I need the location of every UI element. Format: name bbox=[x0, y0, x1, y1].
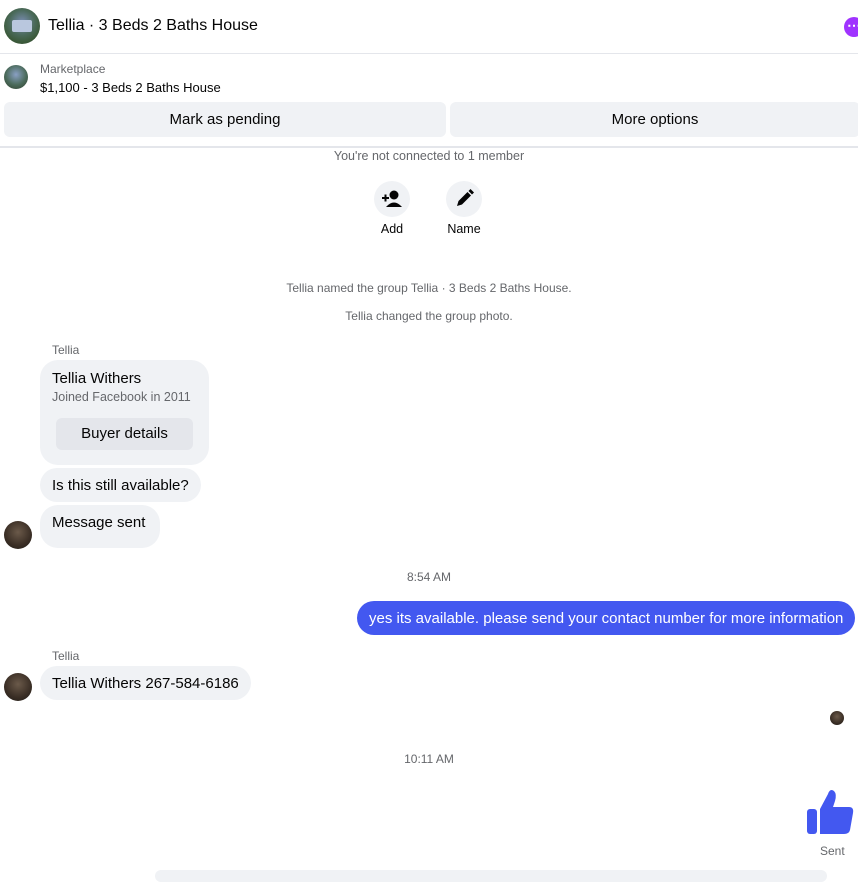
more-options-button[interactable]: More options bbox=[450, 102, 858, 137]
buyer-name: Tellia Withers bbox=[52, 370, 142, 387]
name-label: Name bbox=[447, 222, 481, 236]
marketplace-label: Marketplace bbox=[40, 62, 106, 76]
buyer-details-button[interactable]: Buyer details bbox=[56, 418, 193, 450]
system-message-named: Tellia named the group Tellia · 3 Beds 2… bbox=[286, 281, 572, 295]
sender-avatar[interactable] bbox=[4, 673, 32, 701]
more-icon[interactable]: ⋯ bbox=[844, 17, 858, 37]
buyer-profile-card: Tellia Withers Joined Facebook in 2011 B… bbox=[40, 360, 209, 465]
seen-avatar bbox=[830, 711, 844, 725]
add-person-icon bbox=[382, 190, 402, 207]
conversation-header: Tellia · 3 Beds 2 Baths House ⋯ bbox=[0, 0, 858, 54]
timestamp: 10:11 AM bbox=[404, 752, 454, 766]
listing-thumbnail[interactable] bbox=[4, 65, 28, 89]
buyer-joined: Joined Facebook in 2011 bbox=[52, 390, 191, 404]
sender-name: Tellia bbox=[52, 343, 80, 357]
message-input-bar[interactable] bbox=[155, 870, 827, 882]
sender-name: Tellia bbox=[52, 649, 80, 663]
add-member-button[interactable] bbox=[374, 181, 410, 217]
message-bubble[interactable]: Is this still available? bbox=[40, 468, 201, 502]
message-bubble[interactable]: Message sent bbox=[40, 505, 160, 548]
sender-avatar[interactable] bbox=[4, 521, 32, 549]
mark-as-pending-button[interactable]: Mark as pending bbox=[4, 102, 446, 137]
name-group-button[interactable] bbox=[446, 181, 482, 217]
outgoing-message-bubble[interactable]: yes its available. please send your cont… bbox=[357, 601, 856, 635]
system-message-photo: Tellia changed the group photo. bbox=[345, 309, 513, 323]
group-avatar[interactable] bbox=[4, 8, 40, 44]
timestamp: 8:54 AM bbox=[406, 570, 452, 584]
sent-status: Sent bbox=[820, 844, 845, 858]
conversation-title[interactable]: Tellia · 3 Beds 2 Baths House bbox=[48, 17, 258, 35]
pencil-icon bbox=[457, 189, 474, 206]
message-bubble[interactable]: Tellia Withers 267-584-6186 bbox=[40, 666, 251, 700]
listing-title[interactable]: $1,100 - 3 Beds 2 Baths House bbox=[40, 80, 221, 95]
divider bbox=[0, 146, 858, 148]
not-connected-notice: You're not connected to 1 member bbox=[333, 149, 525, 163]
thumbs-up-icon[interactable] bbox=[806, 788, 854, 836]
add-label: Add bbox=[380, 222, 404, 236]
